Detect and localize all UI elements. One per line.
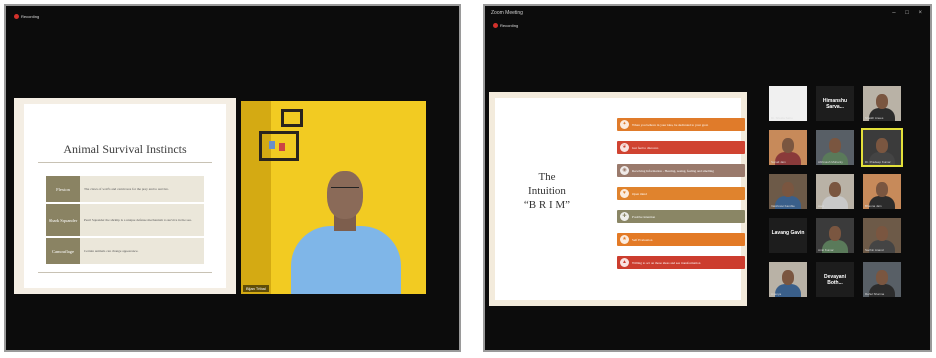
heart-icon: ♥ [620,189,629,198]
lightbulb-icon: ✦ [620,120,629,129]
avatar [829,182,841,197]
participant-tile[interactable]: Shaikh Anees [863,86,901,121]
brim-item-text: Open mind [632,191,647,196]
participant-name: Aarti [818,204,825,208]
brain-icon: ❦ [620,143,629,152]
brim-item-text: Positive intention [632,214,656,219]
participant-tile[interactable]: Amit Kumar [816,218,854,253]
instinct-label: Shark Squander [46,204,80,236]
slide-title-line: Intuition [528,185,566,197]
instinct-text: The claws of wolf's and carnivores for t… [80,176,204,202]
brim-item-text: When you believe in your idea, be dedica… [632,122,709,127]
avatar [876,270,888,285]
participant-display-name: Himanshu Sarva... [822,98,848,110]
wall-shelf [281,109,303,127]
slide-title-line: The [538,171,556,183]
participant-tile[interactable]: Bhavna Jain [863,174,901,209]
participant-display-name: Lavang Gavin [771,230,805,236]
brim-item: ▲ Willing to act on those ideas and see t… [617,256,745,269]
brim-item: ❦ Gut feel to discover. [617,141,745,154]
participant-figure [291,226,401,294]
meeting-screenshot-left: Recording Animal Survival Instincts Flex… [4,4,461,352]
participant-tile[interactable]: Lavang Gavin [769,218,807,253]
participant-display-name: Devayani Both... [824,274,846,286]
participant-tile[interactable]: Devayani Both... [816,262,854,297]
participant-name: Abhinash Mohanty [818,160,843,164]
instinct-label: Flexion [46,176,80,202]
window-title: Zoom Meeting [491,10,523,16]
divider [38,162,212,163]
instinct-row: Camouflage Certain animals can change ap… [46,238,204,264]
recording-label: Recording [500,23,519,28]
participant-tile[interactable]: Vaishnavi Kamble [769,174,807,209]
participant-name: Amit Kumar [818,248,834,252]
avatar [876,138,888,153]
participant-tile[interactable]: Rahul Sharma [863,262,901,297]
slide-title: The Intuition “B R I M” [507,170,587,212]
participant-name: Dr. Shukla Sahu [771,116,793,120]
brim-item-text: Willing to act on those ideas and see tr… [632,260,701,265]
brim-item-text: Gut feel to discover. [632,145,659,150]
brim-item: ♥ Open mind [617,187,745,200]
participant-name: Dr. Pradeep Kumar [865,160,891,164]
participant-tile[interactable]: Sonali Jain [769,130,807,165]
slide-title-line: “B R I M” [523,199,571,211]
brim-item-text: Receiving Information - Hearing, seeing,… [632,168,714,173]
participant-name: Bijan Tribal [243,285,269,292]
shared-slide: Animal Survival Instincts Flexion The cl… [14,98,236,294]
participant-name: Vaishnavi Kamble [771,204,795,208]
slide-title: Animal Survival Instincts [63,142,187,156]
recording-dot-icon [14,14,19,19]
avatar [876,182,888,197]
participant-tile[interactable]: Dr. Shukla Sahu [769,86,807,121]
instinct-text: Certain animals can change appearance. [80,238,204,264]
recording-dot-icon [493,23,498,28]
avatar [829,226,841,241]
participant-tile[interactable]: Dr. Pradeep Kumar [861,128,903,167]
brim-item: ★ Self Evaluation [617,233,745,246]
alert-icon: ▲ [620,258,629,267]
participant-tile[interactable]: Sachin Anand [863,218,901,253]
brim-item-text: Self Evaluation [632,237,653,242]
recording-indicator: Recording [493,23,518,28]
meeting-screenshot-right: Zoom Meeting – □ × Recording The Intuiti… [483,4,932,352]
participant-name: Sonali Jain [771,160,786,164]
window-controls[interactable]: – □ × [892,6,926,20]
instinct-row: Flexion The claws of wolf's and carnivor… [46,176,204,202]
participant-tile[interactable]: Abhinash Mohanty [816,130,854,165]
avatar [876,94,888,109]
instinct-label: Camouflage [46,238,80,264]
instinct-text: Pearl Squander the shrimp is a unique de… [80,204,204,236]
participant-name: Bhavna Jain [865,204,882,208]
avatar [876,226,888,241]
star-icon: ★ [620,235,629,244]
participant-tile[interactable]: Ananya [769,262,807,297]
participant-tile[interactable]: Aarti [816,174,854,209]
brim-item: ✦ When you believe in your idea, be dedic… [617,118,745,131]
avatar [782,270,794,285]
shared-slide: The Intuition “B R I M” ✦ When you believ… [489,92,747,306]
participant-tile[interactable]: Himanshu Sarva... [816,86,854,121]
brim-item: ✚ Positive intention [617,210,745,223]
compass-icon: ✚ [620,212,629,221]
avatar [782,182,794,197]
divider [38,272,212,273]
eye-icon: ◉ [620,166,629,175]
participant-name: Shaikh Anees [865,116,884,120]
window-titlebar: Zoom Meeting – □ × [485,6,930,20]
participant-name: Ananya [771,292,782,296]
avatar [829,138,841,153]
brim-item: ◉ Receiving Information - Hearing, seeing… [617,164,745,177]
instinct-row: Shark Squander Pearl Squander the shrimp… [46,204,204,236]
participant-video[interactable]: Bijan Tribal [241,101,426,294]
participant-name: Sachin Anand [865,248,884,252]
recording-indicator: Recording [14,14,39,19]
recording-label: Recording [21,14,40,19]
avatar [782,138,794,153]
participant-name: Rahul Sharma [865,292,885,296]
